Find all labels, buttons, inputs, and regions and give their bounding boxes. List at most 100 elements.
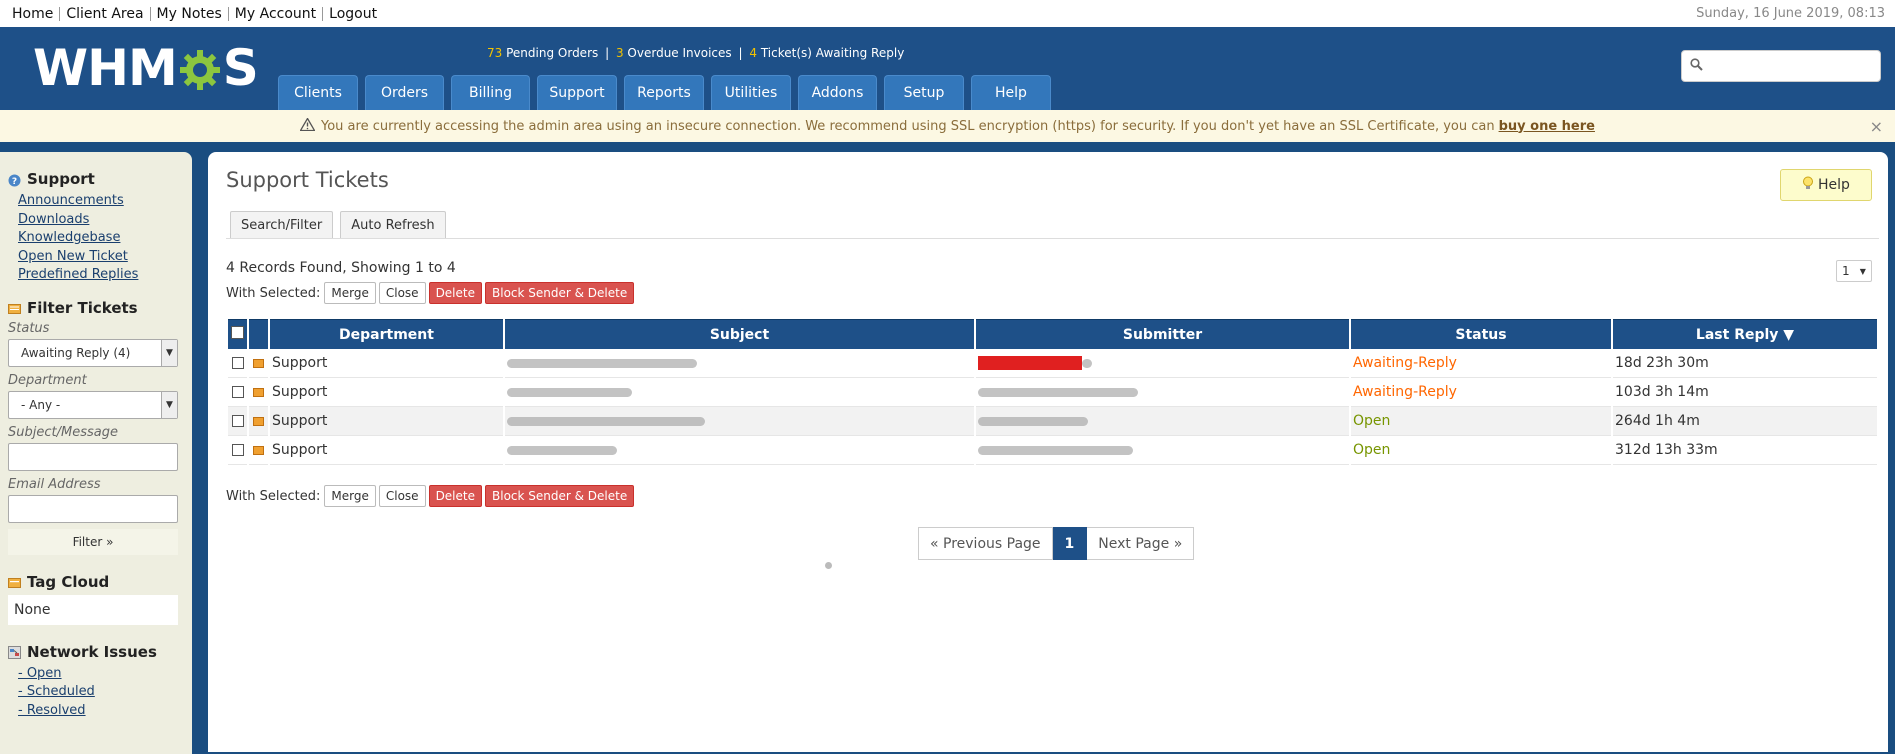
sidebar-heading-network-issues: Network Issues xyxy=(8,643,184,661)
redacted-text[interactable] xyxy=(507,358,697,368)
sidebar-link-announcements[interactable]: Announcements xyxy=(18,192,184,211)
row-submitter[interactable] xyxy=(976,378,1349,407)
nav-tab-reports[interactable]: Reports xyxy=(624,75,704,110)
sidebar-heading-tag-cloud: Tag Cloud xyxy=(8,573,184,591)
row-status: Open xyxy=(1351,407,1611,436)
whmcs-logo[interactable]: WHM S xyxy=(33,39,259,97)
flag-icon[interactable] xyxy=(253,387,264,397)
network-link-resolved[interactable]: - Resolved xyxy=(18,702,184,721)
nav-tab-support[interactable]: Support xyxy=(537,75,617,110)
row-status: Awaiting-Reply xyxy=(1351,349,1611,378)
nav-tab-addons[interactable]: Addons xyxy=(798,75,877,110)
sidebar-link-predefined-replies[interactable]: Predefined Replies xyxy=(18,266,184,285)
nav-tab-orders[interactable]: Orders xyxy=(365,75,444,110)
previous-page-button[interactable]: « Previous Page xyxy=(918,527,1053,560)
top-link-home[interactable]: Home xyxy=(12,7,59,21)
overdue-invoices-label[interactable]: Overdue Invoices xyxy=(627,46,731,60)
top-link-my-notes[interactable]: My Notes xyxy=(149,6,228,21)
awaiting-tickets-count[interactable]: 4 xyxy=(749,46,757,60)
overdue-invoices-count[interactable]: 3 xyxy=(616,46,624,60)
block-sender-delete-button[interactable]: Block Sender & Delete xyxy=(485,485,635,507)
row-checkbox[interactable] xyxy=(231,357,244,369)
column-last-reply[interactable]: Last Reply ▼ xyxy=(1613,319,1877,349)
row-subject[interactable] xyxy=(505,407,974,436)
network-link-open[interactable]: - Open xyxy=(18,665,184,684)
next-page-button[interactable]: Next Page » xyxy=(1087,527,1195,560)
row-submitter[interactable] xyxy=(976,407,1349,436)
table-row[interactable]: Support Open 312d 13h 33m xyxy=(228,436,1877,465)
email-input[interactable] xyxy=(8,494,178,523)
row-submitter[interactable] xyxy=(976,349,1349,378)
help-circle-icon: ? xyxy=(8,173,21,187)
network-link-scheduled[interactable]: - Scheduled xyxy=(18,683,184,702)
column-status[interactable]: Status xyxy=(1351,319,1611,349)
select-all-checkbox[interactable] xyxy=(231,326,244,339)
current-page-button[interactable]: 1 xyxy=(1052,527,1088,560)
nav-tab-clients[interactable]: Clients xyxy=(278,75,358,110)
row-subject[interactable] xyxy=(505,349,974,378)
top-link-logout[interactable]: Logout xyxy=(322,6,383,21)
pending-orders-label[interactable]: Pending Orders xyxy=(506,46,598,60)
filter-button[interactable]: Filter » xyxy=(8,528,178,555)
tab-auto-refresh[interactable]: Auto Refresh xyxy=(340,211,446,239)
nav-tab-billing[interactable]: Billing xyxy=(451,75,530,110)
warning-icon xyxy=(299,116,316,135)
close-icon[interactable]: × xyxy=(1870,117,1883,136)
buy-ssl-link[interactable]: buy one here xyxy=(1499,119,1595,134)
page-select[interactable]: 1 ▼ xyxy=(1836,260,1872,282)
sidebar-link-knowledgebase[interactable]: Knowledgebase xyxy=(18,229,184,248)
bulk-actions-bottom: With Selected: Merge Close Delete Block … xyxy=(226,485,637,507)
row-subject[interactable] xyxy=(505,436,974,465)
table-row[interactable]: Support Awaiting-Reply 18d 23h 30m xyxy=(228,349,1877,378)
awaiting-tickets-label[interactable]: Ticket(s) Awaiting Reply xyxy=(761,46,904,60)
tab-search-filter[interactable]: Search/Filter xyxy=(230,211,334,239)
sidebar-link-open-new-ticket[interactable]: Open New Ticket xyxy=(18,248,184,267)
redacted-text[interactable] xyxy=(507,416,705,426)
delete-button[interactable]: Delete xyxy=(428,485,482,507)
delete-button[interactable]: Delete xyxy=(428,282,482,304)
row-submitter[interactable] xyxy=(976,436,1349,465)
row-subject[interactable] xyxy=(505,378,974,407)
table-row[interactable]: Support Awaiting-Reply 103d 3h 14m xyxy=(228,378,1877,407)
pending-orders-count[interactable]: 73 xyxy=(487,46,502,60)
redacted-text[interactable] xyxy=(507,445,617,455)
nav-tab-setup[interactable]: Setup xyxy=(884,75,964,110)
row-checkbox[interactable] xyxy=(231,386,244,398)
flag-icon[interactable] xyxy=(253,445,264,455)
table-row[interactable]: Support Open 264d 1h 4m xyxy=(228,407,1877,436)
redacted-text[interactable] xyxy=(978,416,1088,426)
subject-input[interactable] xyxy=(8,442,178,471)
nav-tab-utilities[interactable]: Utilities xyxy=(711,75,791,110)
close-button[interactable]: Close xyxy=(378,485,426,507)
row-checkbox[interactable] xyxy=(231,415,244,427)
with-selected-label: With Selected: xyxy=(226,488,321,504)
column-subject[interactable]: Subject xyxy=(505,319,974,349)
search-input[interactable] xyxy=(1707,53,1877,79)
top-nav: Home Client Area My Notes My Account Log… xyxy=(12,6,383,21)
merge-button[interactable]: Merge xyxy=(324,485,376,507)
help-button[interactable]: Help xyxy=(1780,169,1872,201)
nav-tab-help[interactable]: Help xyxy=(971,75,1051,110)
column-submitter[interactable]: Submitter xyxy=(976,319,1349,349)
search-icon xyxy=(1690,57,1703,75)
row-status: Open xyxy=(1351,436,1611,465)
status-select[interactable]: Awaiting Reply (4) ▼ xyxy=(8,338,178,367)
search-box xyxy=(1681,50,1881,82)
row-last-reply: 312d 13h 33m xyxy=(1613,436,1877,465)
top-link-my-account[interactable]: My Account xyxy=(227,6,322,21)
column-department[interactable]: Department xyxy=(270,319,503,349)
merge-button[interactable]: Merge xyxy=(324,282,376,304)
subject-label: Subject/Message xyxy=(8,424,118,440)
top-link-client-area[interactable]: Client Area xyxy=(59,6,149,21)
redacted-text[interactable] xyxy=(978,387,1138,397)
close-button[interactable]: Close xyxy=(378,282,426,304)
redacted-text[interactable] xyxy=(507,387,632,397)
flag-icon[interactable] xyxy=(253,358,264,368)
department-select[interactable]: - Any - ▼ xyxy=(8,390,178,419)
block-sender-delete-button[interactable]: Block Sender & Delete xyxy=(485,282,635,304)
row-checkbox[interactable] xyxy=(231,444,244,456)
sidebar-heading-filter-tickets: Filter Tickets xyxy=(8,299,184,317)
redacted-text[interactable] xyxy=(978,445,1133,455)
flag-icon[interactable] xyxy=(253,416,264,426)
sidebar-link-downloads[interactable]: Downloads xyxy=(18,211,184,230)
